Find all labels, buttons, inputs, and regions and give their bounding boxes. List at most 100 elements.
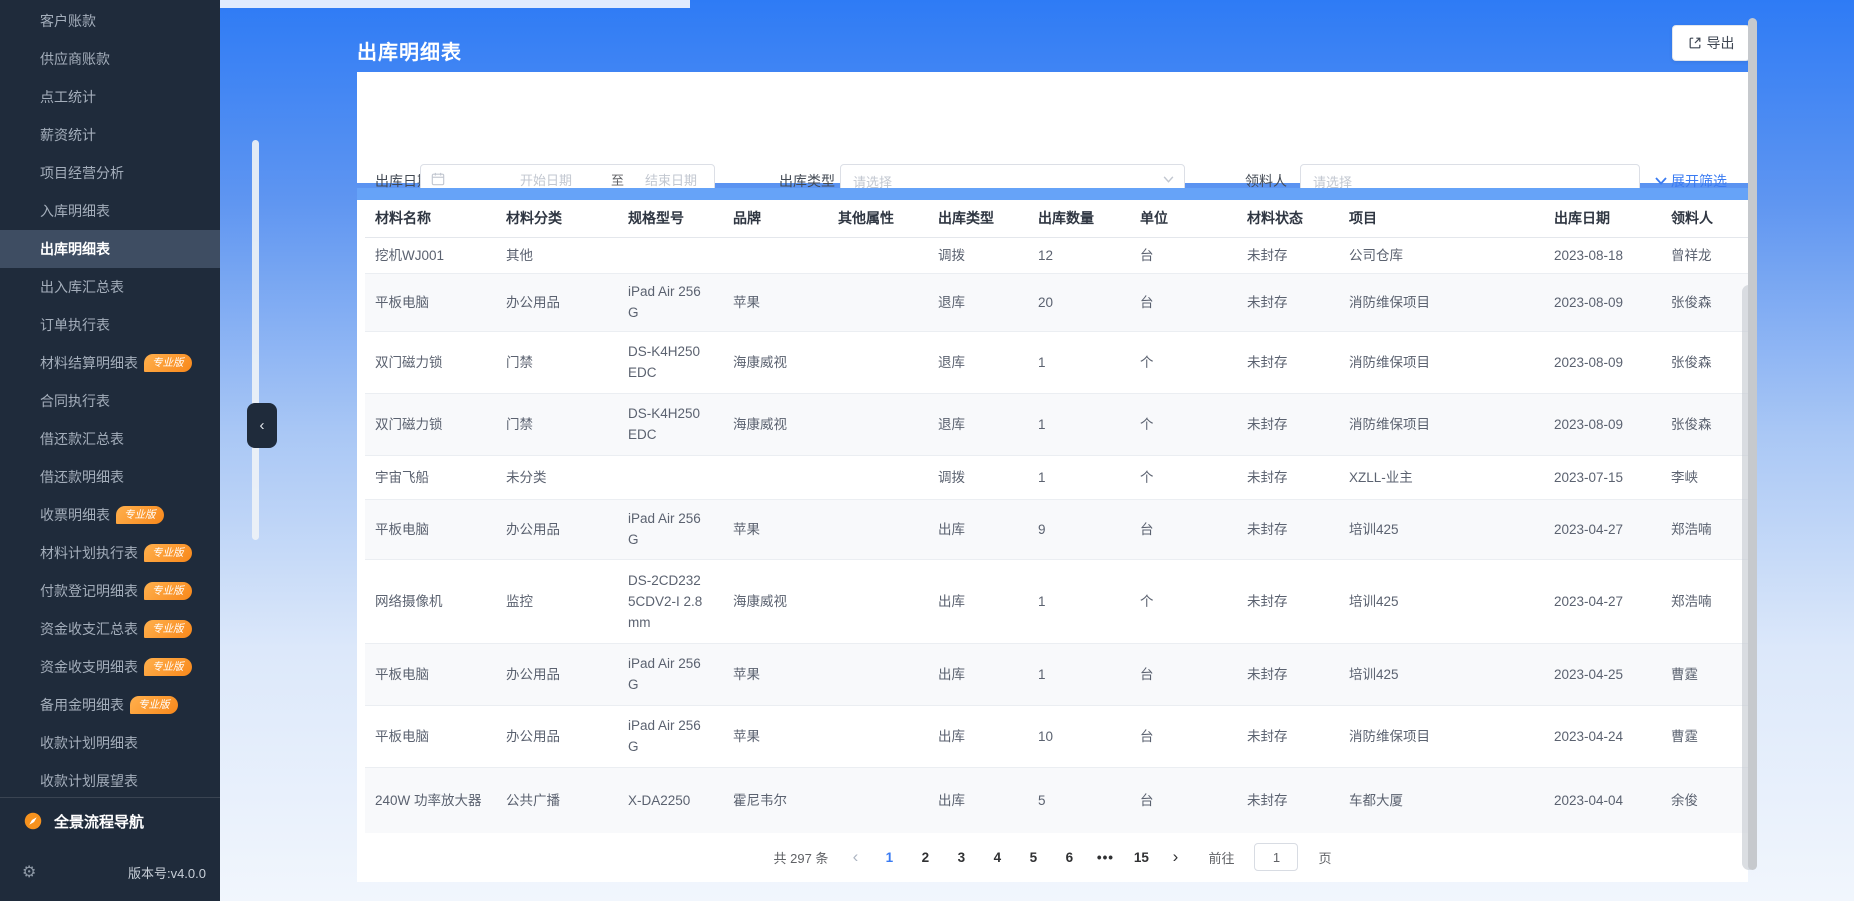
table-cell: 海康威视: [723, 559, 828, 644]
sidebar-item[interactable]: 收票明细表 专业版: [0, 496, 220, 534]
column-header: 出库类型: [928, 200, 1028, 238]
table-cell: 2023-08-18: [1544, 237, 1661, 274]
page-number-button[interactable]: 1: [878, 850, 900, 865]
gear-icon[interactable]: ⚙: [22, 862, 36, 882]
table-cell: 李峡: [1661, 455, 1748, 500]
table-row[interactable]: 挖机WJ001 其他 调拨 12 台未封存 公司仓库 2023-08-18 曾祥龙: [365, 237, 1748, 274]
table-cell: 其他: [496, 237, 618, 274]
sidebar-item-label: 资金收支明细表: [40, 659, 138, 675]
table-cell: 未封存: [1237, 273, 1339, 332]
table-cell: 5: [1028, 767, 1130, 834]
next-page-button[interactable]: ›: [1166, 847, 1184, 867]
sidebar-item[interactable]: 客户账款: [0, 2, 220, 40]
date-end-placeholder: 结束日期: [644, 172, 697, 188]
sidebar-collapse-button[interactable]: ‹: [247, 403, 277, 448]
table-cell: 余俊: [1661, 767, 1748, 834]
table-header-row: 材料名称 材料分类 规格型号 品牌 其他属性 出库类型 出库数量 单位 材料状态 项目 出库日期 领料…: [365, 200, 1748, 238]
table-row[interactable]: 平板电脑 办公用品 iPad Air 256 G 苹果 出库 1 台未封存 培训425 2023…: [365, 643, 1748, 706]
page-number-button[interactable]: 2: [914, 850, 936, 865]
sidebar-item[interactable]: 备用金明细表 专业版: [0, 686, 220, 724]
export-button[interactable]: 导出: [1672, 25, 1750, 61]
page-number-button[interactable]: 4: [986, 850, 1008, 865]
filter-panel: 出库日期 开始日期 至 结束日期 出库类型 请选择 领料人 请选择 展开筛选: [357, 72, 1748, 238]
page-number-button[interactable]: 5: [1022, 850, 1044, 865]
table-cell: 1: [1028, 393, 1130, 456]
sidebar-item-panorama-nav[interactable]: 全景流程导航: [0, 801, 220, 841]
table-row[interactable]: 网络摄像机 监控 DS-2CD232 5CDV2-I 2.8 mm 海康威视 出库 1 个未…: [365, 559, 1748, 644]
sidebar: 客户账款 供应商账款 点工统计薪资统计项目经营分析 入库明细表出库明细表出入库汇总表订…: [0, 0, 220, 901]
table-row[interactable]: 平板电脑 办公用品 iPad Air 256 G 苹果 退库 20 台未封存 消防维保项目 20…: [365, 273, 1748, 332]
table-cell: 2023-08-09: [1544, 273, 1661, 332]
sidebar-item-label: 薪资统计: [40, 127, 96, 143]
table-row[interactable]: 平板电脑 办公用品 iPad Air 256 G 苹果 出库 10 台未封存 消防维保项目 20…: [365, 705, 1748, 768]
table-cell: iPad Air 256 G: [618, 499, 723, 560]
table-cell: 车都大厦: [1339, 767, 1544, 834]
table-row[interactable]: 240W 功率放大器 公共广播 X-DA2250 霍尼韦尔 出库 5 台未封存 车都大厦 202…: [365, 767, 1748, 834]
table-cell: 个: [1130, 559, 1237, 644]
table-cell: 未封存: [1237, 237, 1339, 274]
sidebar-item[interactable]: 借还款汇总表: [0, 420, 220, 458]
table-cell: 未封存: [1237, 705, 1339, 768]
sidebar-item[interactable]: 资金收支汇总表 专业版: [0, 610, 220, 648]
table-row[interactable]: 宇宙飞船 未分类 调拨 1 个未封存 XZLL-业主 2023-07-15 李峡: [365, 455, 1748, 500]
sidebar-item[interactable]: 收款计划展望表: [0, 762, 220, 800]
table-cell: [828, 455, 928, 500]
sidebar-item-label: 材料结算明细表: [40, 355, 138, 371]
table-cell: 调拨: [928, 455, 1028, 500]
export-label: 导出: [1706, 35, 1735, 51]
sidebar-item[interactable]: 出入库汇总表: [0, 268, 220, 306]
sidebar-item[interactable]: 供应商账款: [0, 40, 220, 78]
table-cell: 海康威视: [723, 393, 828, 456]
table-cell: 海康威视: [723, 331, 828, 394]
table-cell: 退库: [928, 273, 1028, 332]
table-cell: 张俊森: [1661, 393, 1748, 456]
sidebar-scrollbar[interactable]: [252, 140, 259, 540]
table-cell: 10: [1028, 705, 1130, 768]
page-number-button[interactable]: 3: [950, 850, 972, 865]
table-cell: 出库: [928, 559, 1028, 644]
table-cell: DS-2CD232 5CDV2-I 2.8 mm: [618, 559, 723, 644]
table-cell: DS-K4H250 EDC: [618, 393, 723, 456]
pagination-total: 共 297 条: [773, 850, 829, 866]
sidebar-item[interactable]: 入库明细表: [0, 192, 220, 230]
pro-version-badge: 专业版: [144, 582, 192, 600]
table-cell: 未封存: [1237, 643, 1339, 706]
table-cell: 个: [1130, 393, 1237, 456]
table-row[interactable]: 双门磁力锁 门禁 DS-K4H250 EDC 海康威视 退库 1 个未封存 消防维保项目 202…: [365, 331, 1748, 394]
table-cell: 挖机WJ001: [365, 237, 496, 274]
table-row[interactable]: 平板电脑 办公用品 iPad Air 256 G 苹果 出库 9 台未封存 培训425 2023…: [365, 499, 1748, 560]
column-header: 单位: [1130, 200, 1237, 238]
column-header: 材料状态: [1237, 200, 1339, 238]
table-cell: 1: [1028, 455, 1130, 500]
table-cell: 出库: [928, 499, 1028, 560]
page-title: 出库明细表: [357, 42, 462, 64]
sidebar-item-label: 订单执行表: [40, 317, 110, 333]
sidebar-item[interactable]: 点工统计: [0, 78, 220, 116]
sidebar-item[interactable]: 材料计划执行表 专业版: [0, 534, 220, 572]
column-header: 项目: [1339, 200, 1544, 238]
table-cell: 办公用品: [496, 643, 618, 706]
page-number-button[interactable]: 6: [1058, 850, 1080, 865]
sidebar-item[interactable]: 付款登记明细表 专业版: [0, 572, 220, 610]
sidebar-item[interactable]: 收款计划明细表: [0, 724, 220, 762]
sidebar-item[interactable]: 材料结算明细表 专业版: [0, 344, 220, 382]
sidebar-item[interactable]: 合同执行表: [0, 382, 220, 420]
sidebar-item[interactable]: 资金收支明细表 专业版: [0, 648, 220, 686]
page-number-button[interactable]: 15: [1130, 850, 1152, 865]
sidebar-item[interactable]: 出库明细表: [0, 230, 220, 268]
sidebar-item[interactable]: 借还款明细表: [0, 458, 220, 496]
sidebar-item[interactable]: 项目经营分析: [0, 154, 220, 192]
table-cell: 消防维保项目: [1339, 331, 1544, 394]
table-cell: 未分类: [496, 455, 618, 500]
sidebar-item[interactable]: 订单执行表: [0, 306, 220, 344]
table-cell: 个: [1130, 455, 1237, 500]
sidebar-item[interactable]: 薪资统计: [0, 116, 220, 154]
goto-page-input[interactable]: [1254, 843, 1299, 871]
previous-page-button[interactable]: ‹: [846, 847, 864, 867]
table-cell: 退库: [928, 331, 1028, 394]
page-scrollbar[interactable]: [1748, 18, 1757, 870]
sidebar-item-label: 出库明细表: [40, 241, 110, 257]
pro-version-badge: 专业版: [144, 620, 192, 638]
table-row[interactable]: 双门磁力锁 门禁 DS-K4H250 EDC 海康威视 退库 1 个未封存 消防维保项目 202…: [365, 393, 1748, 456]
table-cell: 未封存: [1237, 331, 1339, 394]
